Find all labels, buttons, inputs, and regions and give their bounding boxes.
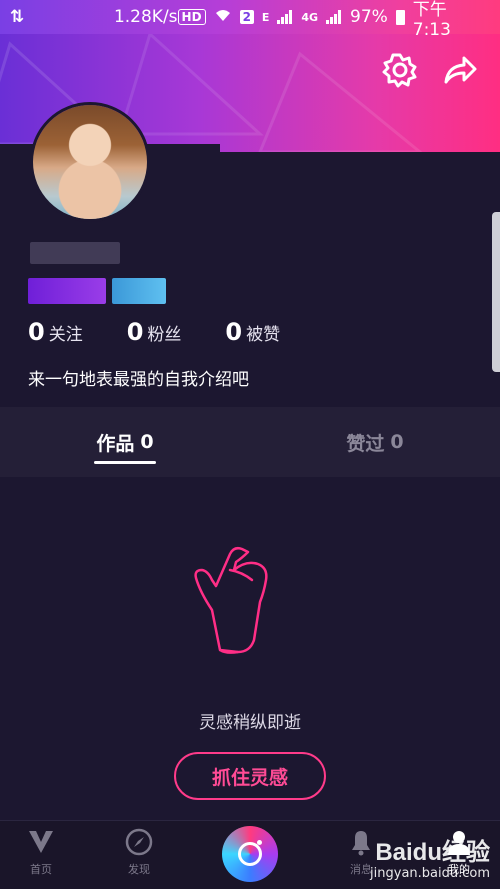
tab-liked[interactable]: 赞过 0 [250,407,500,477]
settings-button[interactable] [382,52,418,88]
tab-label: 作品 [96,432,135,455]
capture-inspiration-button[interactable]: 抓住灵感 [174,752,326,800]
network-type-e: E [261,10,270,24]
network-type-4g: 4G [301,10,319,24]
sim-badge: 2 [239,10,254,24]
status-bar: ⇅ 1.28K/s HD 2 E 4G 97% 下午 7:13 [0,0,500,40]
empty-state-text: 灵感稍纵即逝 [199,713,301,733]
watermark-brand: Baidu经验 [375,839,490,867]
avatar-image [33,105,147,219]
share-icon [444,56,477,84]
watermark: Baidu经验 jingyan.baidu.com [370,839,490,881]
profile-stats: 0 关注 0 粉丝 0 被赞 [28,318,280,346]
camera-dot [257,840,262,845]
user-badge-blue [112,278,166,304]
status-icons: HD 2 E 4G 97% 下午 7:13 [177,0,490,40]
active-tab-indicator [94,461,156,464]
data-transfer-icon: ⇅ [10,7,25,27]
share-button[interactable] [442,52,478,88]
avatar[interactable] [30,102,150,222]
username-blurred [30,242,120,264]
camera-lens-icon [238,842,262,866]
battery-percent: 97% [350,7,388,27]
stat-number: 0 [126,318,144,346]
signal-icon-2 [326,10,342,24]
nav-discover[interactable]: 发现 [104,827,174,877]
stat-label: 被赞 [246,325,281,345]
tab-works[interactable]: 作品 0 [0,407,250,477]
stat-number: 0 [28,318,45,346]
tab-count: 0 [390,431,404,453]
tab-count: 0 [140,431,154,453]
nav-label: 消息 [350,863,372,876]
hd-badge: HD [177,9,206,25]
nav-home[interactable]: 首页 [6,827,76,877]
nav-label: 发现 [128,863,150,876]
edge-scroll-handle[interactable] [492,212,500,372]
stat-label: 关注 [48,325,83,345]
stat-number: 0 [225,318,243,346]
battery-icon [395,9,405,25]
user-badge-purple [28,278,106,304]
stat-label: 粉丝 [147,325,182,345]
content-tabs: 作品 0 赞过 0 [0,407,500,477]
hand-grab-icon [194,546,268,654]
tab-label: 赞过 [346,432,385,455]
wifi-icon [214,7,232,28]
network-speed: 1.28K/s [113,7,178,27]
stat-likes[interactable]: 0 被赞 [225,318,280,346]
signal-icon [277,10,293,24]
nav-label: 首页 [30,863,52,876]
compass-icon [125,828,153,856]
watermark-url: jingyan.baidu.com [370,865,490,881]
clock: 下午 7:13 [412,0,451,40]
record-button[interactable] [222,826,278,882]
stat-followers[interactable]: 0 粉丝 [127,318,182,346]
bio-text[interactable]: 来一句地表最强的自我介绍吧 [28,365,249,390]
v-logo-icon [29,831,53,853]
gear-icon [382,53,417,88]
stat-following[interactable]: 0 关注 [28,318,83,346]
